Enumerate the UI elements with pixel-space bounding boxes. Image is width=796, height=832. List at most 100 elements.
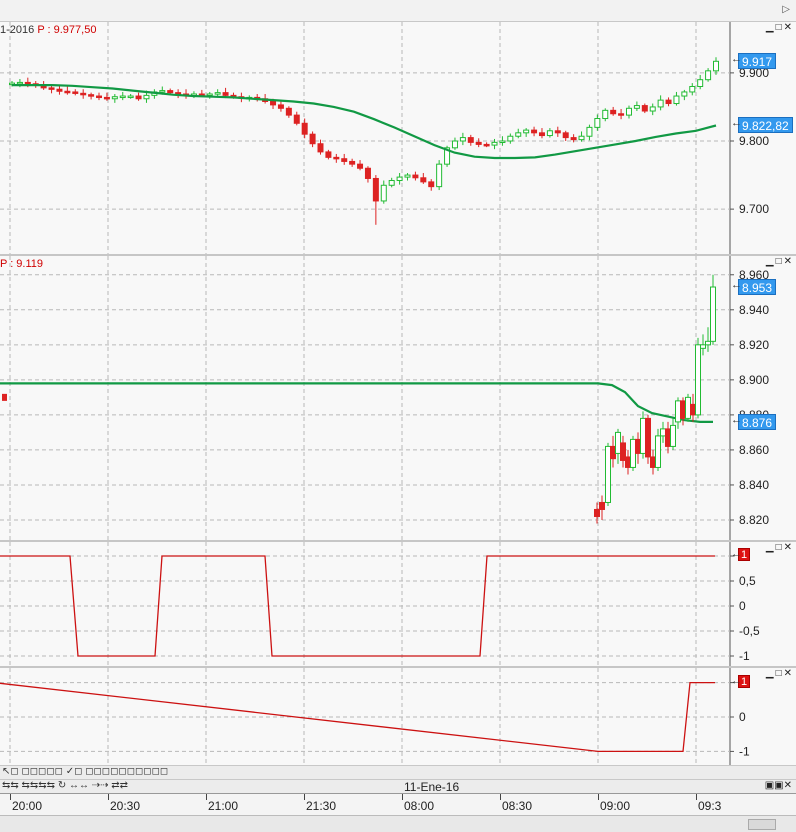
indicator-panel-1: 10,50-0,5-1 ▁□✕ 1← bbox=[0, 542, 796, 666]
tag-pointer-icon: ← bbox=[731, 53, 742, 66]
candle bbox=[285, 107, 292, 116]
candle bbox=[317, 143, 324, 153]
candle bbox=[404, 174, 411, 178]
candle bbox=[515, 132, 522, 137]
y-tick-label: 8.860 bbox=[739, 443, 769, 457]
drawing-toolbar-2[interactable]: ⇆⇆ ⇆⇆⇆⇆ ↻ ↔↔ ⇢⇢ ⇄⇄ ▣▣✕ bbox=[0, 779, 796, 793]
candle bbox=[554, 130, 561, 134]
candle bbox=[436, 163, 443, 188]
panel-1-price: P : 9.977,50 bbox=[37, 24, 97, 36]
candle bbox=[655, 435, 661, 468]
y-tick-label: 8.940 bbox=[739, 303, 769, 317]
candle bbox=[705, 340, 711, 346]
indicator-panel-2: 10-1 ▁□✕ 1← bbox=[0, 668, 796, 765]
panel-3-window-controls[interactable]: ▁□✕ bbox=[766, 542, 794, 553]
y-tick-label: -1 bbox=[739, 744, 750, 758]
toolbar-lines-icon[interactable]: ⇆⇆ ⇆⇆⇆⇆ ↻ ↔↔ ⇢⇢ ⇄⇄ bbox=[2, 780, 128, 791]
candle bbox=[293, 114, 300, 124]
y-tick-label: 0 bbox=[739, 599, 746, 613]
candle bbox=[103, 96, 110, 100]
candle bbox=[396, 176, 403, 182]
price-panel-1: 9.900 9.800 9.700 1-2016 P : 9.977,50 ▁□✕ … bbox=[0, 22, 796, 255]
candle bbox=[562, 132, 569, 139]
candle bbox=[372, 177, 379, 202]
candle bbox=[620, 442, 626, 461]
candle bbox=[420, 177, 427, 183]
candle bbox=[670, 424, 676, 447]
candle bbox=[143, 94, 150, 100]
candle bbox=[428, 181, 435, 188]
candle bbox=[599, 501, 605, 510]
indicator-chart-1: 10,50-0,5-1 bbox=[0, 542, 796, 666]
indicator-chart-2: 10-1 bbox=[0, 668, 796, 765]
plot-background bbox=[0, 22, 796, 255]
time-tick-label: 08:30 bbox=[502, 799, 533, 813]
y-tick-label: 8.920 bbox=[739, 338, 769, 352]
candle bbox=[277, 104, 284, 109]
y-tick-label: -1 bbox=[739, 649, 750, 663]
candle bbox=[538, 132, 545, 137]
last-price-tag: 8.953 bbox=[738, 279, 777, 296]
panel-1-date: 1-2016 bbox=[0, 24, 35, 36]
scroll-right-icon[interactable]: ▷ bbox=[782, 4, 790, 15]
tag-pointer-icon: ← bbox=[731, 548, 742, 560]
candle bbox=[475, 141, 482, 145]
candle bbox=[16, 81, 23, 85]
candle bbox=[451, 140, 458, 149]
candle bbox=[206, 93, 213, 96]
horizontal-scroll-thumb[interactable] bbox=[748, 819, 776, 830]
toolbar-tools-icon[interactable]: ↖◻ ◻◻◻◻◻ ✓◻ ◻◻◻◻◻◻◻◻◻◻ bbox=[2, 766, 168, 777]
candle bbox=[640, 417, 646, 454]
candle bbox=[610, 445, 616, 460]
candle bbox=[615, 431, 621, 454]
time-tick-label: 20:30 bbox=[110, 799, 141, 813]
candle bbox=[705, 70, 712, 81]
panel-2-title: P : 9.119 bbox=[0, 258, 43, 270]
toolbar-2-controls[interactable]: ▣▣✕ bbox=[765, 780, 792, 791]
candle bbox=[531, 129, 538, 134]
panel-1-title: 1-2016 P : 9.977,50 bbox=[0, 24, 96, 36]
y-tick-label: 0,5 bbox=[739, 574, 756, 588]
candle bbox=[270, 100, 277, 106]
candle bbox=[56, 88, 63, 92]
panel-4-window-controls[interactable]: ▁□✕ bbox=[766, 668, 794, 679]
candle bbox=[633, 105, 640, 109]
candle bbox=[412, 174, 419, 179]
moving-average-tag: 9.822,82 bbox=[738, 117, 793, 134]
candle bbox=[309, 133, 316, 145]
drawing-toolbar[interactable]: ↖◻ ◻◻◻◻◻ ✓◻ ◻◻◻◻◻◻◻◻◻◻ bbox=[0, 765, 796, 779]
candle bbox=[24, 81, 31, 85]
price-panel-2: 8.9608.9408.9208.9008.8808.8608.8408.820… bbox=[0, 256, 796, 540]
candle bbox=[578, 135, 585, 141]
candle bbox=[650, 456, 656, 468]
candle bbox=[649, 106, 656, 112]
time-tick bbox=[108, 794, 109, 800]
candle bbox=[625, 107, 632, 116]
plot-background bbox=[0, 256, 796, 540]
date-label: 11-Ene-16 bbox=[404, 780, 460, 794]
candle bbox=[689, 86, 696, 93]
candle bbox=[80, 92, 87, 96]
panel-1-window-controls[interactable]: ▁□✕ bbox=[766, 22, 794, 33]
time-tick bbox=[598, 794, 599, 800]
candle bbox=[380, 184, 387, 202]
status-bar bbox=[0, 815, 796, 832]
y-tick-label: 8.900 bbox=[739, 373, 769, 387]
time-tick-label: 21:30 bbox=[306, 799, 337, 813]
candle bbox=[594, 508, 600, 517]
time-tick bbox=[402, 794, 403, 800]
tag-pointer-icon: ← bbox=[731, 674, 742, 687]
candle bbox=[594, 118, 601, 128]
candle bbox=[605, 445, 611, 503]
tag-pointer-icon: ← bbox=[731, 117, 742, 130]
candle bbox=[700, 344, 706, 349]
time-tick-label: 09:3 bbox=[698, 799, 722, 813]
panel-2-window-controls[interactable]: ▁□✕ bbox=[766, 256, 794, 267]
y-tick-label: 9.800 bbox=[739, 134, 769, 148]
candle bbox=[72, 91, 79, 94]
candle bbox=[64, 90, 71, 94]
candle bbox=[2, 393, 7, 401]
time-axis: 20:00 20:30 21:00 21:30 08:00 08:30 09:00 09:3 bbox=[0, 793, 796, 815]
candle bbox=[499, 140, 506, 143]
price-chart-2: 8.9608.9408.9208.9008.8808.8608.8408.820 bbox=[0, 256, 796, 540]
